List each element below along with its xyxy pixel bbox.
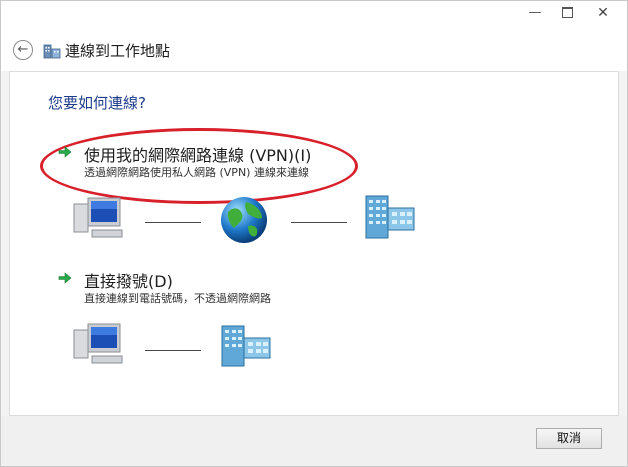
corporate-network-icon [365,195,415,239]
maximize-button[interactable] [553,3,581,23]
question-heading: 您要如何連線? [48,94,146,112]
content-panel: 您要如何連線? 使用我的網際網路連線 (VPN)(I) 透過網際網路使用私人網路… [9,71,619,416]
back-button[interactable]: ← [13,40,33,60]
dial-up-option-description: 直接連線到電話號碼，不透過網際網路 [84,292,271,305]
computer-icon [73,323,123,364]
cancel-button[interactable]: 取消 [536,428,602,449]
connection-line [145,222,201,223]
corporate-network-icon [221,325,271,367]
nav-bar: ← 連線到工作地點 [1,29,627,71]
green-arrow-icon [58,146,72,158]
green-arrow-icon [58,272,72,284]
globe-icon [221,197,267,243]
vpn-option-title: 使用我的網際網路連線 (VPN)(I) [84,146,312,165]
vpn-option-description: 透過網際網路使用私人網路 (VPN) 連線來連線 [84,166,309,179]
connection-line [145,350,201,351]
workplace-network-icon [43,44,61,59]
connection-line [291,222,347,223]
footer: 取消 [1,416,627,466]
title-bar: — ✕ [1,1,627,29]
computer-icon [73,197,123,238]
minimize-button[interactable]: — [521,3,549,23]
page-title: 連線到工作地點 [65,42,171,60]
dial-up-option-title: 直接撥號(D) [84,272,173,291]
maximize-icon [561,7,573,18]
close-button[interactable]: ✕ [583,3,623,23]
dialog-window: — ✕ ← 連線到工作地點 您要如何連線? 使用我的網際網路連線 (VPN)(I… [0,0,628,467]
